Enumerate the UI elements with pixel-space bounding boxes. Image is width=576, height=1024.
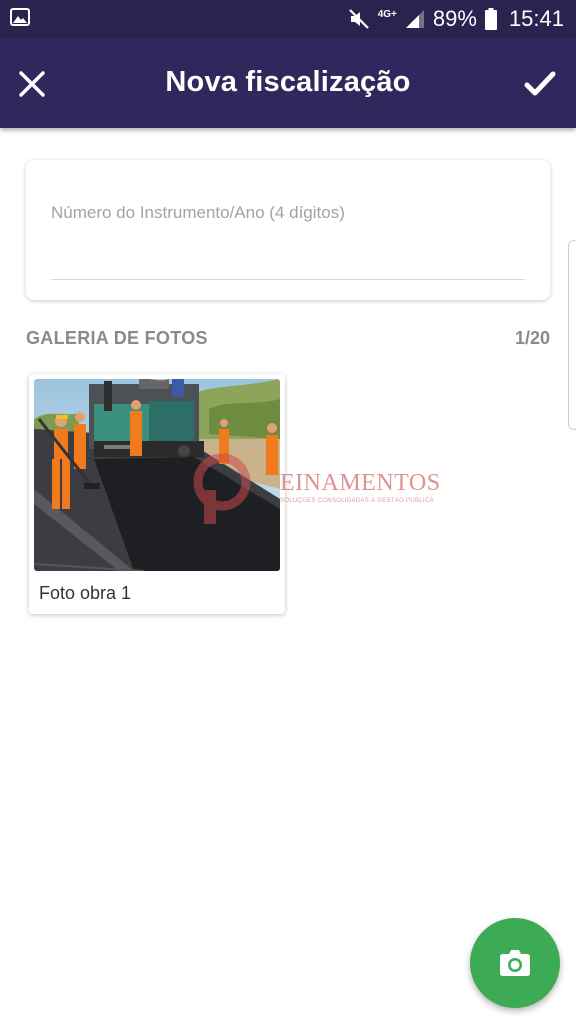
edge-panel-handle[interactable] (568, 240, 576, 430)
image-icon (10, 8, 30, 31)
check-icon (524, 71, 556, 96)
battery-icon (484, 8, 497, 30)
vibrate-muted-icon (348, 8, 370, 30)
battery-percent: 89% (432, 6, 477, 31)
confirm-button[interactable] (520, 64, 560, 104)
add-photo-button[interactable] (470, 918, 560, 1008)
gallery-count: 1/20 (514, 328, 550, 348)
gallery-title: GALERIA DE FOTOS (26, 328, 208, 348)
watermark-subtitle: SOLUÇÕES CONSOLIDADAS À GESTÃO PÚBLICA (280, 498, 434, 504)
watermark-logo: EINAMENTOS SOLUÇÕES CONSOLIDADAS À GESTÃ… (192, 452, 440, 526)
photo-caption: Foto obra 1 (39, 583, 132, 603)
status-time: 15:41 (508, 6, 564, 31)
app-toolbar: Nova fiscalização (0, 38, 576, 128)
instrument-card (26, 160, 550, 300)
instrument-number-input[interactable] (51, 196, 525, 280)
page-title: Nova fiscalização (165, 66, 411, 98)
status-bar: 4G+ 89% 15:41 (0, 0, 576, 38)
signal-icon (405, 9, 425, 29)
network-type: 4G+ (377, 9, 397, 20)
camera-icon (500, 950, 530, 976)
watermark-text: EINAMENTOS (280, 470, 441, 496)
